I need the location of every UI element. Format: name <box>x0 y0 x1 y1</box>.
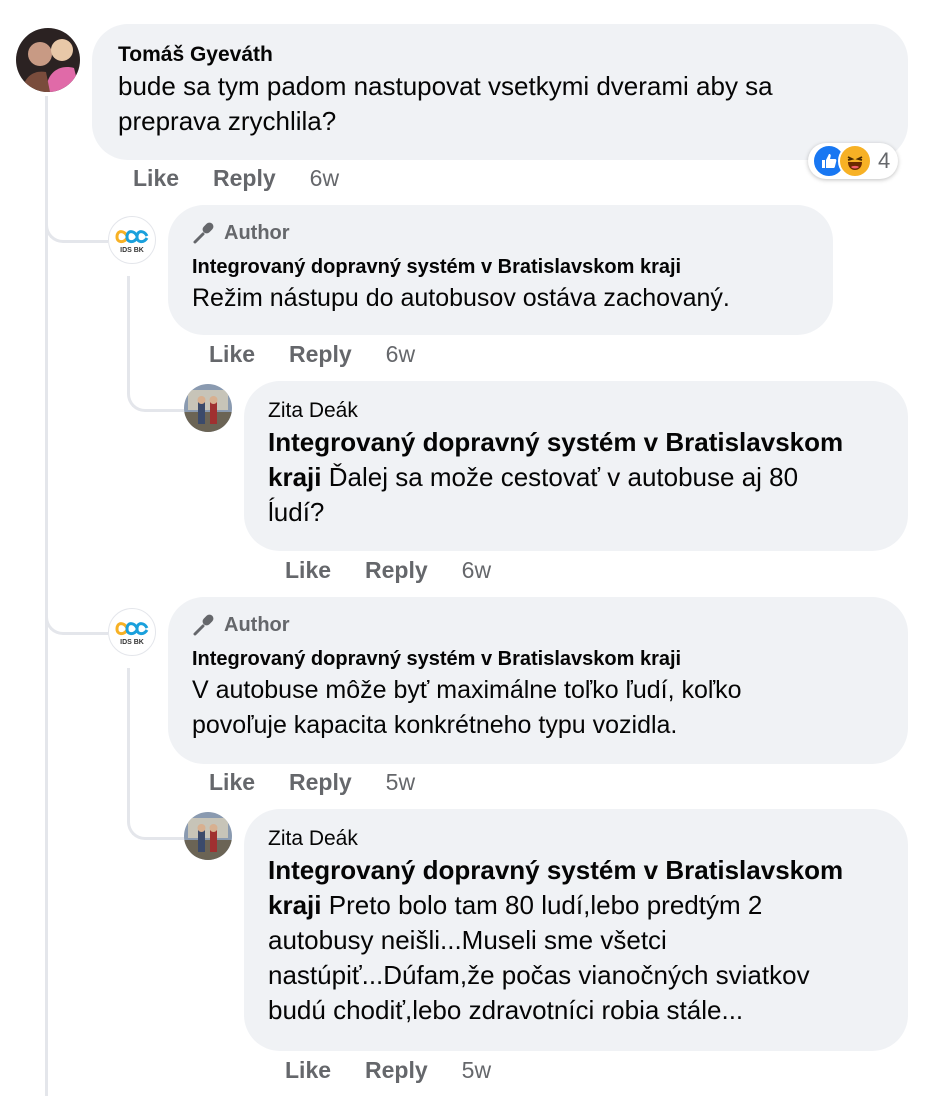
like-button[interactable]: Like <box>133 165 179 192</box>
comment-text: Integrovaný dopravný systém v Bratislavs… <box>268 855 844 1025</box>
timestamp[interactable]: 6w <box>462 557 491 584</box>
reply-button[interactable]: Reply <box>365 557 428 584</box>
comment-actions: Like Reply 6w <box>209 338 415 370</box>
comment-actions: Like Reply 5w <box>285 1054 491 1086</box>
reaction-count: 4 <box>878 148 891 173</box>
haha-icon <box>838 144 872 178</box>
timestamp[interactable]: 5w <box>386 769 415 796</box>
avatar-idsbk[interactable]: IDS BK <box>108 216 156 264</box>
like-button[interactable]: Like <box>285 557 331 584</box>
like-button[interactable]: Like <box>209 341 255 368</box>
comment-text: bude sa tym padom nastupovat vsetkymi dv… <box>118 71 773 136</box>
comment-text: V autobuse môže byť maximálne toľko ľudí… <box>192 676 742 739</box>
comment-bubble-reply2: Author Integrovaný dopravný systém v Bra… <box>168 597 908 764</box>
microphone-icon <box>193 614 214 636</box>
mention-link[interactable]: kraji <box>268 890 322 920</box>
comment-actions: Like Reply 5w <box>209 766 415 798</box>
thread-connector-reply2 <box>45 592 108 635</box>
author-badge-label: Author <box>224 613 290 636</box>
comment-author[interactable]: Integrovaný dopravný systém v Bratislavs… <box>192 253 809 281</box>
microphone-icon <box>193 222 214 244</box>
avatar-label: IDS BK <box>120 247 144 254</box>
comment-text: Režim nástupu do autobusov ostáva zachov… <box>192 284 730 312</box>
avatar-zita[interactable] <box>184 384 232 432</box>
comment-actions: Like Reply 6w <box>133 162 339 194</box>
comment-bubble-reply1: Author Integrovaný dopravný systém v Bra… <box>168 205 833 335</box>
avatar-zita[interactable] <box>184 812 232 860</box>
mention-link[interactable]: Integrovaný dopravný systém v Bratislavs… <box>268 427 843 457</box>
timestamp[interactable]: 6w <box>386 341 415 368</box>
comment-bubble-reply2-1: Zita Deák Integrovaný dopravný systém v … <box>244 809 908 1051</box>
like-button[interactable]: Like <box>209 769 255 796</box>
mention-link[interactable]: Integrovaný dopravný systém v Bratislavs… <box>268 855 843 885</box>
timestamp[interactable]: 6w <box>310 165 339 192</box>
reply-button[interactable]: Reply <box>213 165 276 192</box>
avatar-idsbk[interactable]: IDS BK <box>108 608 156 656</box>
reply-button[interactable]: Reply <box>365 1057 428 1084</box>
like-button[interactable]: Like <box>285 1057 331 1084</box>
timestamp[interactable]: 5w <box>462 1057 491 1084</box>
author-badge: Author <box>192 611 884 639</box>
reply-button[interactable]: Reply <box>289 341 352 368</box>
comment-bubble-tomas: Tomáš Gyeváth bude sa tym padom nastupov… <box>92 24 908 160</box>
reply-button[interactable]: Reply <box>289 769 352 796</box>
author-badge-label: Author <box>224 221 290 244</box>
comment-author[interactable]: Zita Deák <box>268 397 884 425</box>
comment-actions: Like Reply 6w <box>285 554 491 586</box>
comment-bubble-reply1-1: Zita Deák Integrovaný dopravný systém v … <box>244 381 908 551</box>
author-badge: Author <box>192 219 809 247</box>
comment-author[interactable]: Tomáš Gyeváth <box>118 41 882 69</box>
comment-text: Integrovaný dopravný systém v Bratislavs… <box>268 427 844 527</box>
avatar-tomas[interactable] <box>16 28 80 92</box>
reaction-summary[interactable]: 4 <box>808 143 899 179</box>
avatar-label: IDS BK <box>120 639 144 646</box>
comment-author[interactable]: Integrovaný dopravný systém v Bratislavs… <box>192 645 884 673</box>
mention-link[interactable]: kraji <box>268 462 322 492</box>
thread-connector-reply1 <box>45 200 108 243</box>
comment-author[interactable]: Zita Deák <box>268 825 884 853</box>
